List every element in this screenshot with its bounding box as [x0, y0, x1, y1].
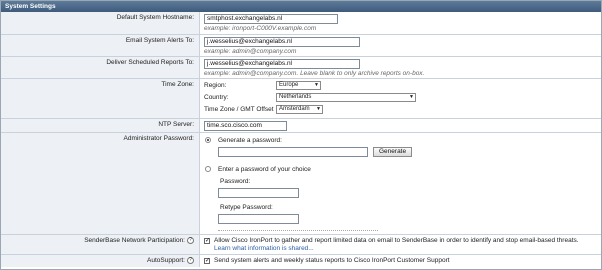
generate-label: Generate a password: — [218, 137, 282, 144]
timezone-label: Time Zone: — [1, 79, 200, 118]
panel-title: System Settings — [1, 1, 601, 12]
admin-password-label: Administrator Password: — [1, 133, 200, 234]
generate-button[interactable]: Generate — [373, 147, 413, 157]
help-icon[interactable]: ? — [187, 237, 194, 244]
choice-label: Enter a password of your choice — [218, 166, 311, 173]
hostname-cell: smtphost.exchangelabs.nl example: ironpo… — [200, 12, 601, 34]
reports-label: Deliver Scheduled Reports To: — [1, 57, 200, 78]
hostname-row: Default System Hostname: smtphost.exchan… — [1, 12, 601, 35]
autosupport-label-cell: AutoSupport:? — [1, 255, 200, 267]
generated-password-field — [218, 147, 368, 157]
reports-input[interactable]: j.wesselius@exchangelabs.nl — [204, 59, 360, 69]
alerts-row: Email System Alerts To: j.wesselius@exch… — [1, 35, 601, 57]
reports-hint: example: admin@company.com. Leave blank … — [204, 70, 425, 77]
senderbase-learn-link[interactable]: Learn what information is shared... — [214, 245, 314, 252]
retype-password-input[interactable] — [218, 214, 299, 224]
help-icon[interactable]: ? — [187, 257, 194, 264]
country-label: Country: — [204, 94, 229, 101]
country-value: Netherlands — [279, 94, 312, 100]
chevron-down-icon: ▼ — [316, 106, 321, 112]
ntp-cell: time.sco.cisco.com — [200, 119, 601, 132]
region-value: Europe — [279, 82, 299, 88]
senderbase-label: SenderBase Network Participation: — [84, 237, 185, 245]
senderbase-label-cell: SenderBase Network Participation:? — [1, 235, 200, 254]
alerts-label: Email System Alerts To: — [1, 35, 200, 56]
hostname-hint: example: ironport-C000V.example.com — [204, 25, 317, 32]
autosupport-checkbox[interactable] — [204, 257, 210, 265]
password-label: Password: — [220, 178, 251, 185]
senderbase-cell: Allow Cisco IronPort to gather and repor… — [200, 235, 601, 254]
alerts-cell: j.wesselius@exchangelabs.nl example: adm… — [200, 35, 601, 56]
offset-label: Time Zone / GMT Offset — [204, 106, 274, 113]
reports-cell: j.wesselius@exchangelabs.nl example: adm… — [200, 57, 601, 78]
ntp-label: NTP Server: — [1, 119, 200, 132]
autosupport-text: Send system alerts and weekly status rep… — [214, 257, 450, 264]
admin-password-cell: Generate a password: Generate Enter a pa… — [200, 133, 601, 234]
divider — [218, 230, 378, 231]
system-settings-panel: System Settings Default System Hostname:… — [0, 0, 602, 270]
ntp-row: NTP Server: time.sco.cisco.com — [1, 119, 601, 133]
timezone-row: Time Zone: Region: Europe ▼ Country: Neth… — [1, 79, 601, 119]
reports-row: Deliver Scheduled Reports To: j.wesseliu… — [1, 57, 601, 79]
generate-radio[interactable] — [205, 137, 211, 143]
timezone-cell: Region: Europe ▼ Country: Netherlands ▼ Ti… — [200, 79, 601, 118]
country-select[interactable]: Netherlands ▼ — [276, 93, 416, 102]
region-select[interactable]: Europe ▼ — [276, 81, 321, 90]
senderbase-text: Allow Cisco IronPort to gather and repor… — [214, 237, 579, 244]
hostname-label: Default System Hostname: — [1, 12, 200, 34]
alerts-hint: example: admin@company.com — [204, 48, 297, 55]
admin-password-row: Administrator Password: Generate a passw… — [1, 133, 601, 235]
offset-select[interactable]: Amsterdam ▼ — [276, 105, 323, 114]
chevron-down-icon: ▼ — [314, 82, 319, 88]
offset-value: Amsterdam — [279, 106, 310, 112]
senderbase-row: SenderBase Network Participation:? Allow… — [1, 235, 601, 255]
region-label: Region: — [204, 82, 227, 89]
retype-label: Retype Password: — [220, 204, 273, 211]
alerts-input[interactable]: j.wesselius@exchangelabs.nl — [204, 37, 360, 47]
hostname-input[interactable]: smtphost.exchangelabs.nl — [204, 14, 338, 24]
autosupport-cell: Send system alerts and weekly status rep… — [200, 255, 601, 267]
choice-radio[interactable] — [205, 166, 211, 172]
autosupport-row: AutoSupport:? Send system alerts and wee… — [1, 255, 601, 267]
password-input[interactable] — [218, 188, 299, 198]
autosupport-label: AutoSupport: — [147, 257, 185, 265]
chevron-down-icon: ▼ — [409, 94, 414, 100]
ntp-input[interactable]: time.sco.cisco.com — [204, 121, 287, 131]
senderbase-checkbox[interactable] — [204, 237, 210, 245]
